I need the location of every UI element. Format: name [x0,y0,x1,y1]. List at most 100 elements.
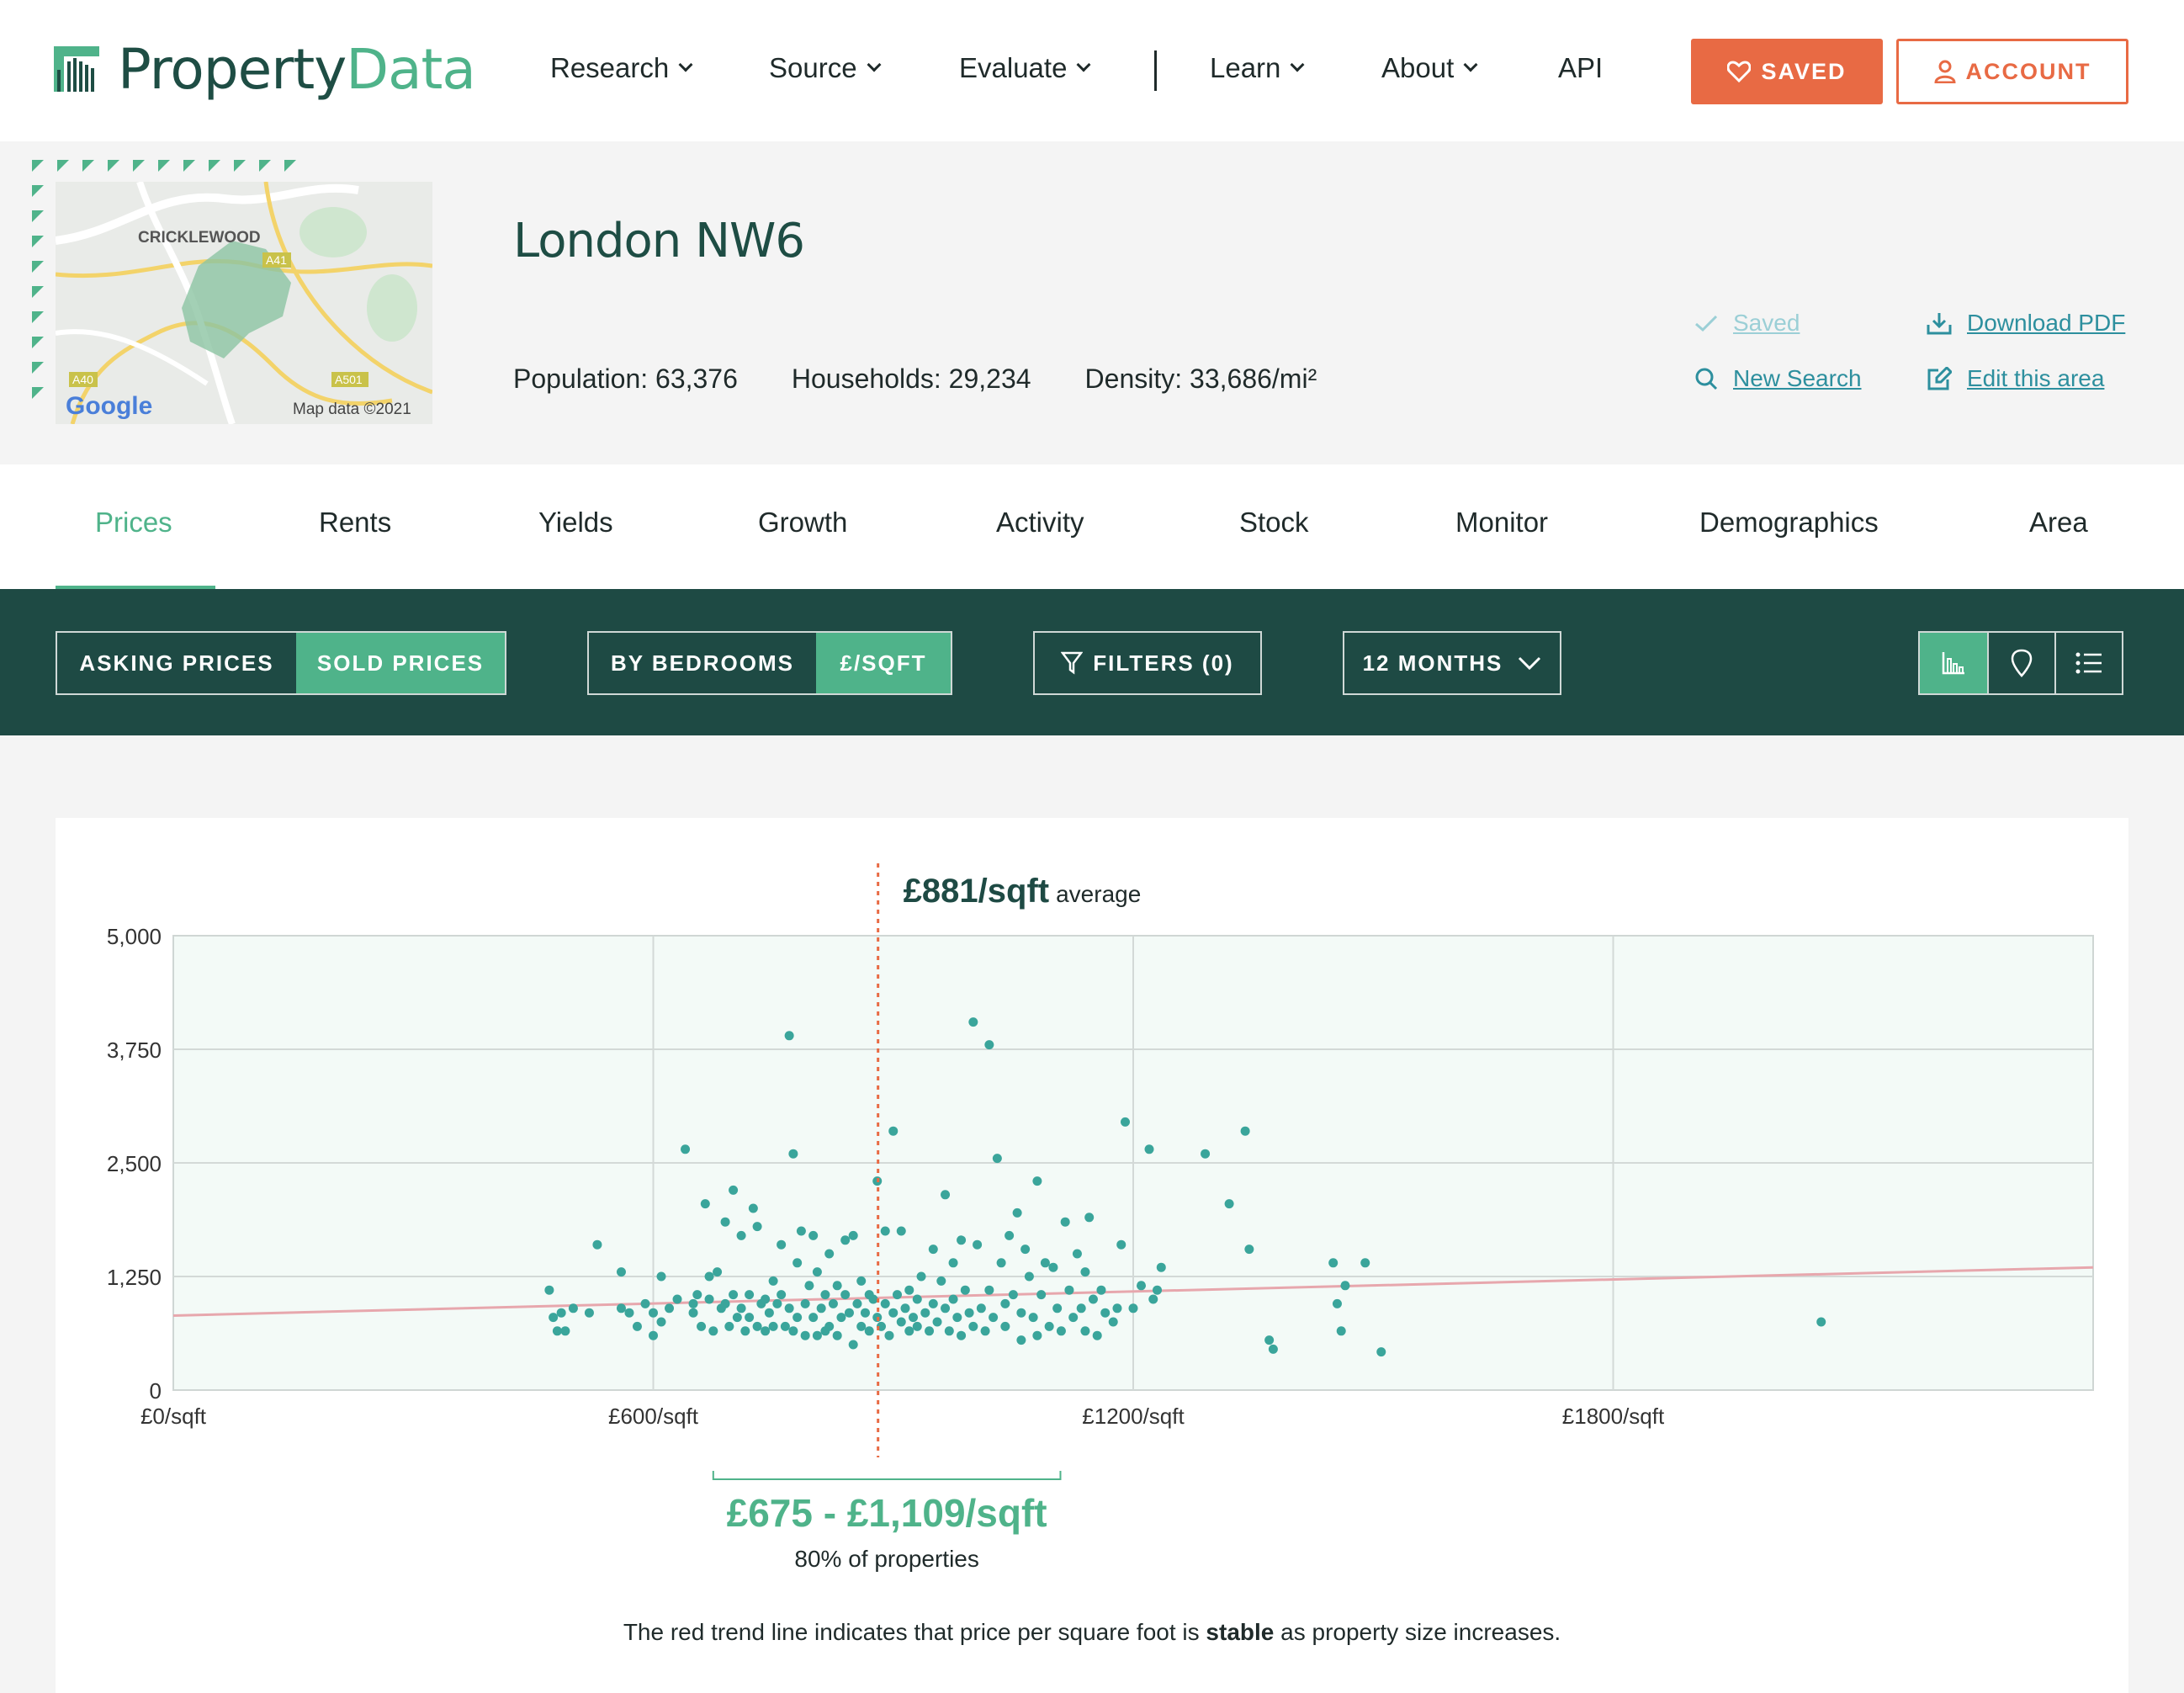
data-point [1120,1117,1130,1127]
data-point [868,1294,878,1304]
tab-growth[interactable]: Growth [758,507,847,539]
asking-prices-option[interactable]: ASKING PRICES [57,633,296,693]
data-point [761,1326,771,1336]
by-bedrooms-option[interactable]: BY BEDROOMS [589,633,816,693]
data-point [808,1230,819,1240]
data-point [1028,1313,1038,1323]
download-icon [1927,313,1952,335]
data-point [960,1285,970,1295]
tab-activity[interactable]: Activity [996,507,1084,539]
nav-learn[interactable]: Learn [1210,52,1305,84]
data-point [928,1298,938,1308]
download-pdf-link[interactable]: Download PDF [1927,310,2125,337]
new-search-link[interactable]: New Search [1694,365,1862,392]
chevron-down-icon [678,57,693,72]
site-logo[interactable]: PropertyData [54,35,476,103]
edit-icon [1927,367,1952,390]
list-view-icon [2075,652,2102,674]
data-point [665,1303,675,1314]
tab-prices[interactable]: Prices [95,507,172,539]
data-point [800,1298,810,1308]
data-point [932,1317,942,1327]
period-dropdown[interactable]: 12 MONTHS [1343,631,1561,695]
data-point [848,1340,858,1350]
data-point [624,1308,634,1318]
data-point [900,1303,910,1314]
edit-area-link[interactable]: Edit this area [1927,365,2104,392]
nav-evaluate[interactable]: Evaluate [959,52,1091,84]
nav-api[interactable]: API [1558,52,1603,84]
tab-stock[interactable]: Stock [1239,507,1309,539]
nav-about[interactable]: About [1381,52,1478,84]
data-point [1096,1285,1106,1295]
data-point [880,1298,890,1308]
tab-rents[interactable]: Rents [319,507,391,539]
list-view-button[interactable] [2054,633,2122,693]
map-view-button[interactable] [1987,633,2054,693]
tab-monitor[interactable]: Monitor [1455,507,1548,539]
data-point [1024,1271,1034,1282]
data-point [708,1326,718,1336]
data-point [792,1258,803,1268]
data-point [840,1290,851,1300]
nav-source[interactable]: Source [769,52,882,84]
data-point [544,1285,554,1295]
data-point [1068,1313,1079,1323]
chevron-down-icon [1076,57,1091,72]
filters-button[interactable]: FILTERS (0) [1033,631,1262,695]
account-button[interactable]: ACCOUNT [1896,39,2128,104]
saved-link[interactable]: Saved [1694,310,1800,337]
data-point [1144,1144,1154,1154]
data-point [1268,1344,1278,1354]
data-point [724,1321,734,1331]
data-point [820,1290,830,1300]
data-point [777,1239,787,1250]
data-point [697,1321,707,1331]
saved-button[interactable]: SAVED [1691,39,1883,104]
tab-yields[interactable]: Yields [538,507,613,539]
data-point [832,1330,842,1340]
prices-toolbar: ASKING PRICES SOLD PRICES BY BEDROOMS £/… [0,589,2184,735]
data-point [764,1308,774,1318]
data-point [984,1040,994,1050]
data-point [856,1321,867,1331]
data-point [1336,1326,1346,1336]
data-point [968,1017,978,1027]
sold-prices-option[interactable]: SOLD PRICES [296,633,505,693]
chevron-down-icon [1290,57,1305,72]
data-point [1012,1207,1022,1218]
data-point [560,1326,570,1336]
data-point [828,1298,838,1308]
data-point [1244,1245,1254,1255]
data-point [592,1239,602,1250]
chart-view-button[interactable] [1920,633,1987,693]
data-point [1044,1321,1054,1331]
data-point [1328,1258,1338,1268]
data-point [1032,1330,1042,1340]
area-header: CRICKLEWOOD A41 A40 A501 Google Map data… [0,141,2184,464]
tab-area[interactable]: Area [2029,507,2088,539]
svg-text:CRICKLEWOOD: CRICKLEWOOD [138,229,261,247]
mode-toggle: BY BEDROOMS £/SQFT [587,631,952,695]
data-point [968,1321,978,1331]
data-point [816,1303,826,1314]
svg-text:Map data ©2021: Map data ©2021 [293,401,411,418]
svg-text:Google: Google [66,392,152,420]
data-point [941,1190,951,1200]
data-point [745,1313,755,1323]
area-map-thumbnail[interactable]: CRICKLEWOOD A41 A40 A501 Google Map data… [56,182,432,424]
data-point [688,1308,698,1318]
nav-divider [1154,50,1157,91]
data-point [1201,1149,1211,1159]
data-point [836,1313,846,1323]
tab-demographics[interactable]: Demographics [1699,507,1879,539]
data-point [736,1303,746,1314]
data-point [840,1235,851,1245]
data-point [556,1308,566,1318]
data-point [700,1199,710,1209]
nav-research[interactable]: Research [550,52,693,84]
data-point [584,1308,594,1318]
per-sqft-option[interactable]: £/SQFT [816,633,951,693]
data-point [616,1267,626,1277]
data-point [1000,1321,1010,1331]
